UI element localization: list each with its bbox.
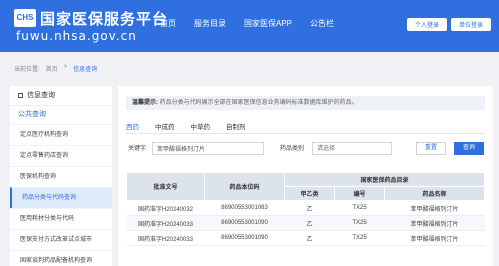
site-url: fuwu.nhsa.gov.cn <box>16 29 137 43</box>
category-select[interactable] <box>312 142 392 155</box>
cell-no: TX25 <box>334 230 385 246</box>
sidebar-item-insurance-agencies[interactable]: 医保机构查询 <box>10 166 112 187</box>
cell-approval: 国药准字H20240032 <box>126 200 205 216</box>
cell-approval: 国药准字H20240033 <box>126 230 205 246</box>
site-logo[interactable]: CHS <box>14 9 36 27</box>
breadcrumb: 当前位置: 首页 > 信息查询 <box>14 64 97 73</box>
site-title: 国家医保服务平台 <box>40 11 169 28</box>
site-header: CHS 国家医保服务平台 fuwu.nhsa.gov.cn 首页 服务目录 国家… <box>0 0 499 52</box>
nav-home[interactable]: 首页 <box>160 18 176 29</box>
sidebar-title-label: 信息查询 <box>27 91 55 99</box>
cell-class: 乙 <box>284 230 335 246</box>
sidebar-section-public[interactable]: 公共查询 <box>10 106 112 124</box>
sidebar-item-consumables[interactable]: 医用耗材分类与代码 <box>10 208 112 229</box>
cell-class: 乙 <box>284 200 335 216</box>
query-button[interactable]: 查询 <box>454 142 484 155</box>
nav-announcements[interactable]: 公告栏 <box>310 18 334 29</box>
col-no-header: 编号 <box>334 186 385 201</box>
cell-code: 86900553001090 <box>204 215 285 231</box>
tab-divider <box>126 133 485 134</box>
results-table: 批准文号 药品本位码 国家医保药品目录 甲乙类 编号 药品名称 国药准字H202… <box>126 172 485 246</box>
col-class-header: 甲乙类 <box>284 186 335 201</box>
notice-text: 药品分类与代码展示全部在国家医保信息业务编码标准数据库维护的药品。 <box>159 100 358 106</box>
keyword-label: 关键字 <box>128 146 147 152</box>
cell-approval: 国药准字H20240033 <box>126 215 205 231</box>
col-name-header: 药品名称 <box>384 186 485 201</box>
catalog-group-header: 国家医保药品目录 <box>284 172 485 187</box>
col-code-header: 药品本位码 <box>204 172 285 201</box>
cell-class: 乙 <box>284 215 335 231</box>
nav-service-directory[interactable]: 服务目录 <box>194 18 226 29</box>
search-form: 关键字 药品类别 重置 查询 <box>126 142 485 156</box>
sidebar-item-pharmacies[interactable]: 定点零售药店查询 <box>10 145 112 166</box>
sidebar: 信息查询 公共查询 定点医疗机构查询 定点零售药店查询 医保机构查询 药品分类与… <box>10 86 112 266</box>
cell-code: 86900553001090 <box>204 230 285 246</box>
main-panel: 温馨提示: 药品分类与代码展示全部在国家医保信息业务编码标准数据库维护的药品。 … <box>118 86 493 266</box>
sidebar-item-medical-institutions[interactable]: 定点医疗机构查询 <box>10 124 112 145</box>
breadcrumb-separator: > <box>63 64 68 70</box>
breadcrumb-home[interactable]: 首页 <box>46 64 58 73</box>
cell-no: TX25 <box>334 200 385 216</box>
breadcrumb-prefix: 当前位置: <box>14 67 40 73</box>
cell-code: 86900553001083 <box>204 200 285 216</box>
unit-login-button[interactable]: 单位登录 <box>450 18 491 31</box>
notice-bar: 温馨提示: 药品分类与代码展示全部在国家医保信息业务编码标准数据库维护的药品。 <box>126 96 485 110</box>
cell-no: TX25 <box>334 215 385 231</box>
nav-app[interactable]: 国家医保APP <box>244 18 292 29</box>
sidebar-item-payment-reform[interactable]: 医保支付方式改革试点城市 <box>10 229 112 250</box>
cell-name: 苯甲酸福格列汀片 <box>384 200 485 216</box>
table-row[interactable]: 国药准字H20240032 86900553001083 乙 TX25 苯甲酸福… <box>126 200 485 216</box>
menu-square-icon <box>18 93 23 98</box>
reset-button[interactable]: 重置 <box>416 142 446 155</box>
category-label: 药品类别 <box>280 146 305 152</box>
keyword-input[interactable] <box>152 142 264 155</box>
sidebar-item-drug-codes[interactable]: 药品分类与代码查询 <box>10 187 112 208</box>
main-nav: 首页 服务目录 国家医保APP 公告栏 <box>160 18 334 29</box>
cell-name: 苯甲酸福格列汀片 <box>384 230 485 246</box>
cell-name: 苯甲酸福格列汀片 <box>384 215 485 231</box>
personal-login-button[interactable]: 个人登录 <box>406 18 447 31</box>
table-row[interactable]: 国药准字H20240033 86900553001090 乙 TX25 苯甲酸福… <box>126 230 485 246</box>
table-row[interactable]: 国药准字H20240033 86900553001090 乙 TX25 苯甲酸福… <box>126 215 485 231</box>
col-approval-header: 批准文号 <box>126 172 205 201</box>
notice-label: 温馨提示: <box>132 100 158 106</box>
breadcrumb-current: 信息查询 <box>73 67 98 73</box>
sidebar-title: 信息查询 <box>10 86 112 106</box>
sidebar-item-negotiated-drugs[interactable]: 国家谈判药品配备机构查询 <box>10 250 112 266</box>
